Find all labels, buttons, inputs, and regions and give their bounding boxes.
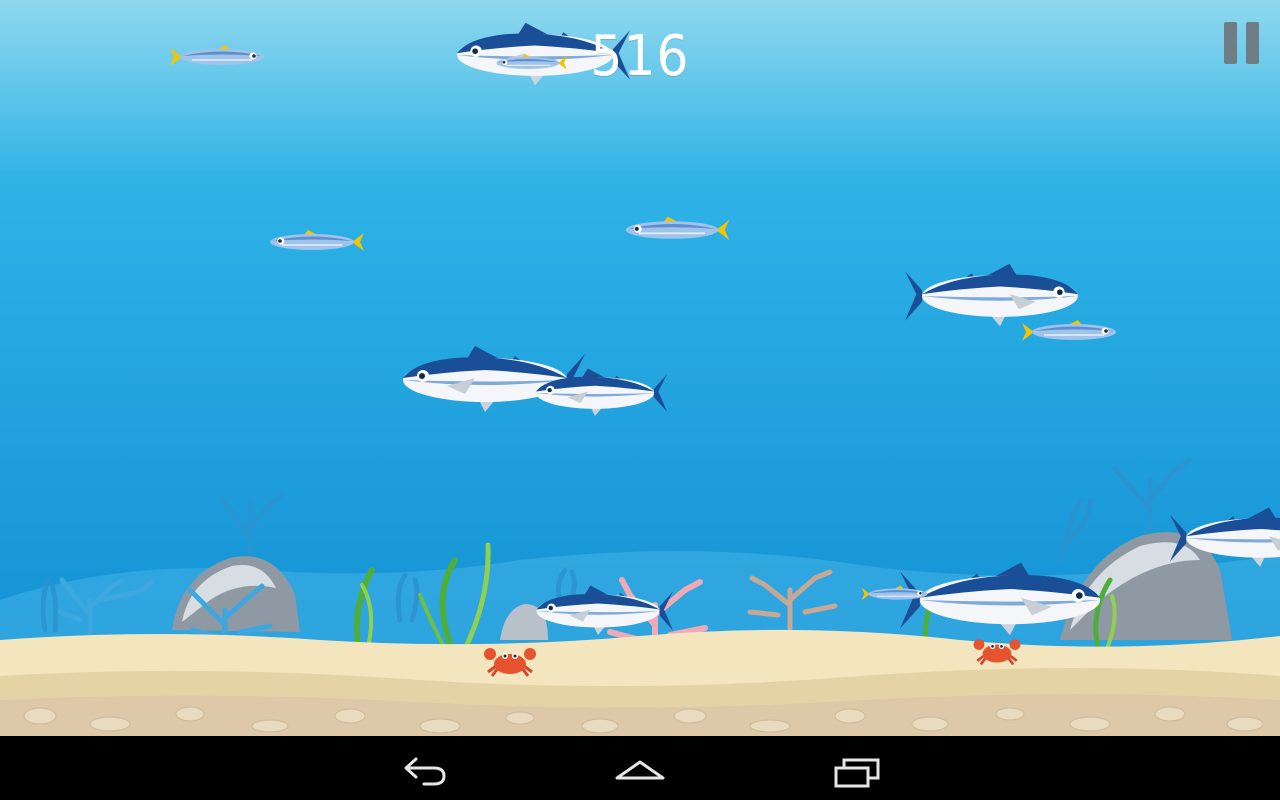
underwater-scene	[0, 0, 1280, 736]
home-icon	[615, 760, 665, 780]
game-canvas[interactable]: 516	[0, 0, 1280, 736]
recent-apps-icon	[834, 758, 880, 788]
score-display: 516	[590, 24, 690, 89]
back-arrow-icon	[404, 757, 446, 786]
pause-button[interactable]	[1218, 18, 1266, 70]
recent-apps-button[interactable]	[828, 744, 888, 792]
back-button[interactable]	[394, 744, 454, 792]
android-navigation-bar	[0, 736, 1280, 800]
home-button[interactable]	[610, 744, 670, 792]
